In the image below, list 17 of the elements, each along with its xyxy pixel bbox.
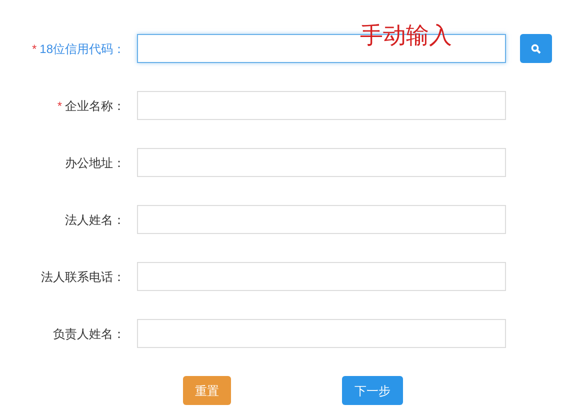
field-label: 企业名称： [65, 98, 125, 114]
required-asterisk: * [57, 98, 62, 114]
input-field[interactable] [137, 319, 506, 348]
next-button[interactable]: 下一步 [342, 376, 403, 405]
field-label: 法人联系电话： [41, 268, 125, 286]
input-field[interactable] [137, 148, 506, 177]
input-field[interactable] [137, 262, 506, 291]
input-field[interactable] [137, 205, 506, 234]
field-label: 法人姓名： [65, 212, 125, 228]
required-asterisk: * [32, 40, 37, 58]
search-button[interactable] [520, 34, 552, 63]
search-icon [531, 44, 541, 54]
field-label: 办公地址： [65, 154, 125, 172]
field-label: 负责人姓名： [53, 326, 125, 342]
field-label: 18位信用代码： [40, 40, 125, 58]
input-field[interactable] [137, 91, 506, 120]
reset-button[interactable]: 重置 [183, 376, 231, 405]
